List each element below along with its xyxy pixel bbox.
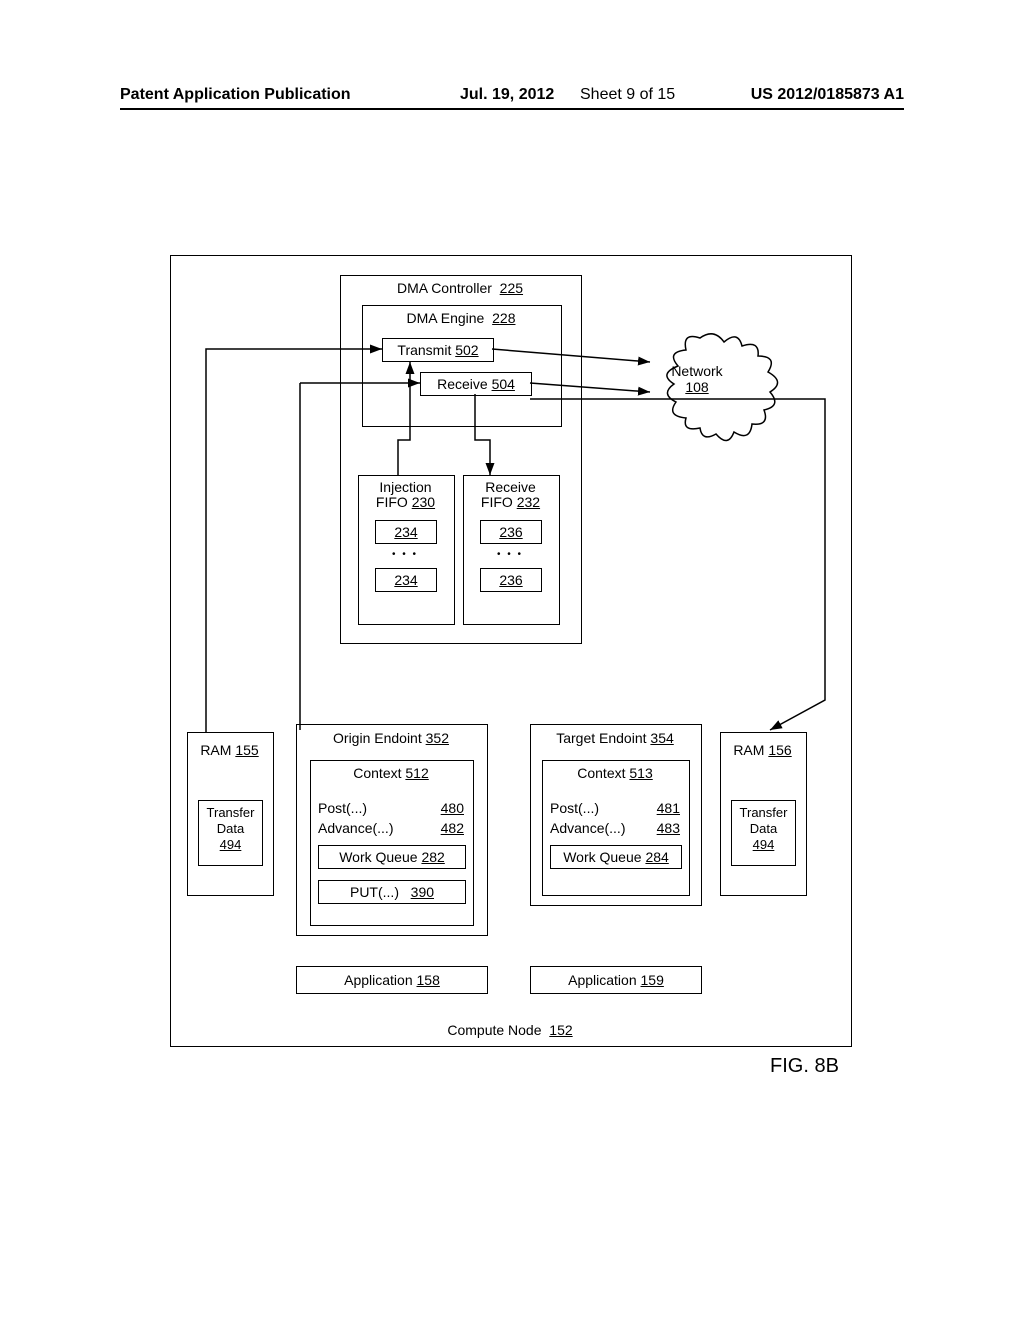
rec-ellipsis: • • • xyxy=(480,549,540,560)
context-right-label: Context 513 xyxy=(542,765,688,781)
app-right-box: Application 159 xyxy=(530,966,702,994)
inj-item-b: 234 xyxy=(375,568,437,592)
network-label: Network 108 xyxy=(652,363,742,395)
dma-controller-label: DMA Controller 225 xyxy=(340,280,580,296)
page-header: Patent Application Publication Jul. 19, … xyxy=(120,86,904,110)
work-queue-left-box: Work Queue 282 xyxy=(318,845,466,869)
ram-right-label: RAM 156 xyxy=(720,742,805,758)
receive-fifo-label: Receive FIFO 232 xyxy=(463,480,558,510)
transfer-data-right-box: Transfer Data 494 xyxy=(731,800,796,866)
receive-box: Receive 504 xyxy=(420,372,532,396)
inj-item-a: 234 xyxy=(375,520,437,544)
ram-left-label: RAM 155 xyxy=(187,742,272,758)
inj-ellipsis: • • • xyxy=(375,549,435,560)
app-left-box: Application 158 xyxy=(296,966,488,994)
target-endpoint-label: Target Endoint 354 xyxy=(530,730,700,746)
figure-label: FIG. 8B xyxy=(770,1055,839,1078)
header-pubno: US 2012/0185873 A1 xyxy=(751,86,904,104)
work-queue-right-box: Work Queue 284 xyxy=(550,845,682,869)
injection-fifo-label: Injection FIFO 230 xyxy=(358,480,453,510)
rec-item-a: 236 xyxy=(480,520,542,544)
post-left-label: Post(...) 480 xyxy=(318,800,464,816)
advance-right-label: Advance(...) 483 xyxy=(550,820,680,836)
header-left: Patent Application Publication xyxy=(120,86,351,104)
origin-endpoint-label: Origin Endoint 352 xyxy=(296,730,486,746)
transfer-data-left-box: Transfer Data 494 xyxy=(198,800,263,866)
header-date: Jul. 19, 2012 xyxy=(460,86,554,104)
advance-left-label: Advance(...) 482 xyxy=(318,820,464,836)
dma-engine-label: DMA Engine 228 xyxy=(362,310,560,326)
rec-item-b: 236 xyxy=(480,568,542,592)
transmit-box: Transmit 502 xyxy=(382,338,494,362)
compute-node-label: Compute Node 152 xyxy=(400,1022,620,1038)
post-right-label: Post(...) 481 xyxy=(550,800,680,816)
header-sheet: Sheet 9 of 15 xyxy=(580,86,675,104)
context-left-label: Context 512 xyxy=(310,765,472,781)
put-box: PUT(...) 390 xyxy=(318,880,466,904)
